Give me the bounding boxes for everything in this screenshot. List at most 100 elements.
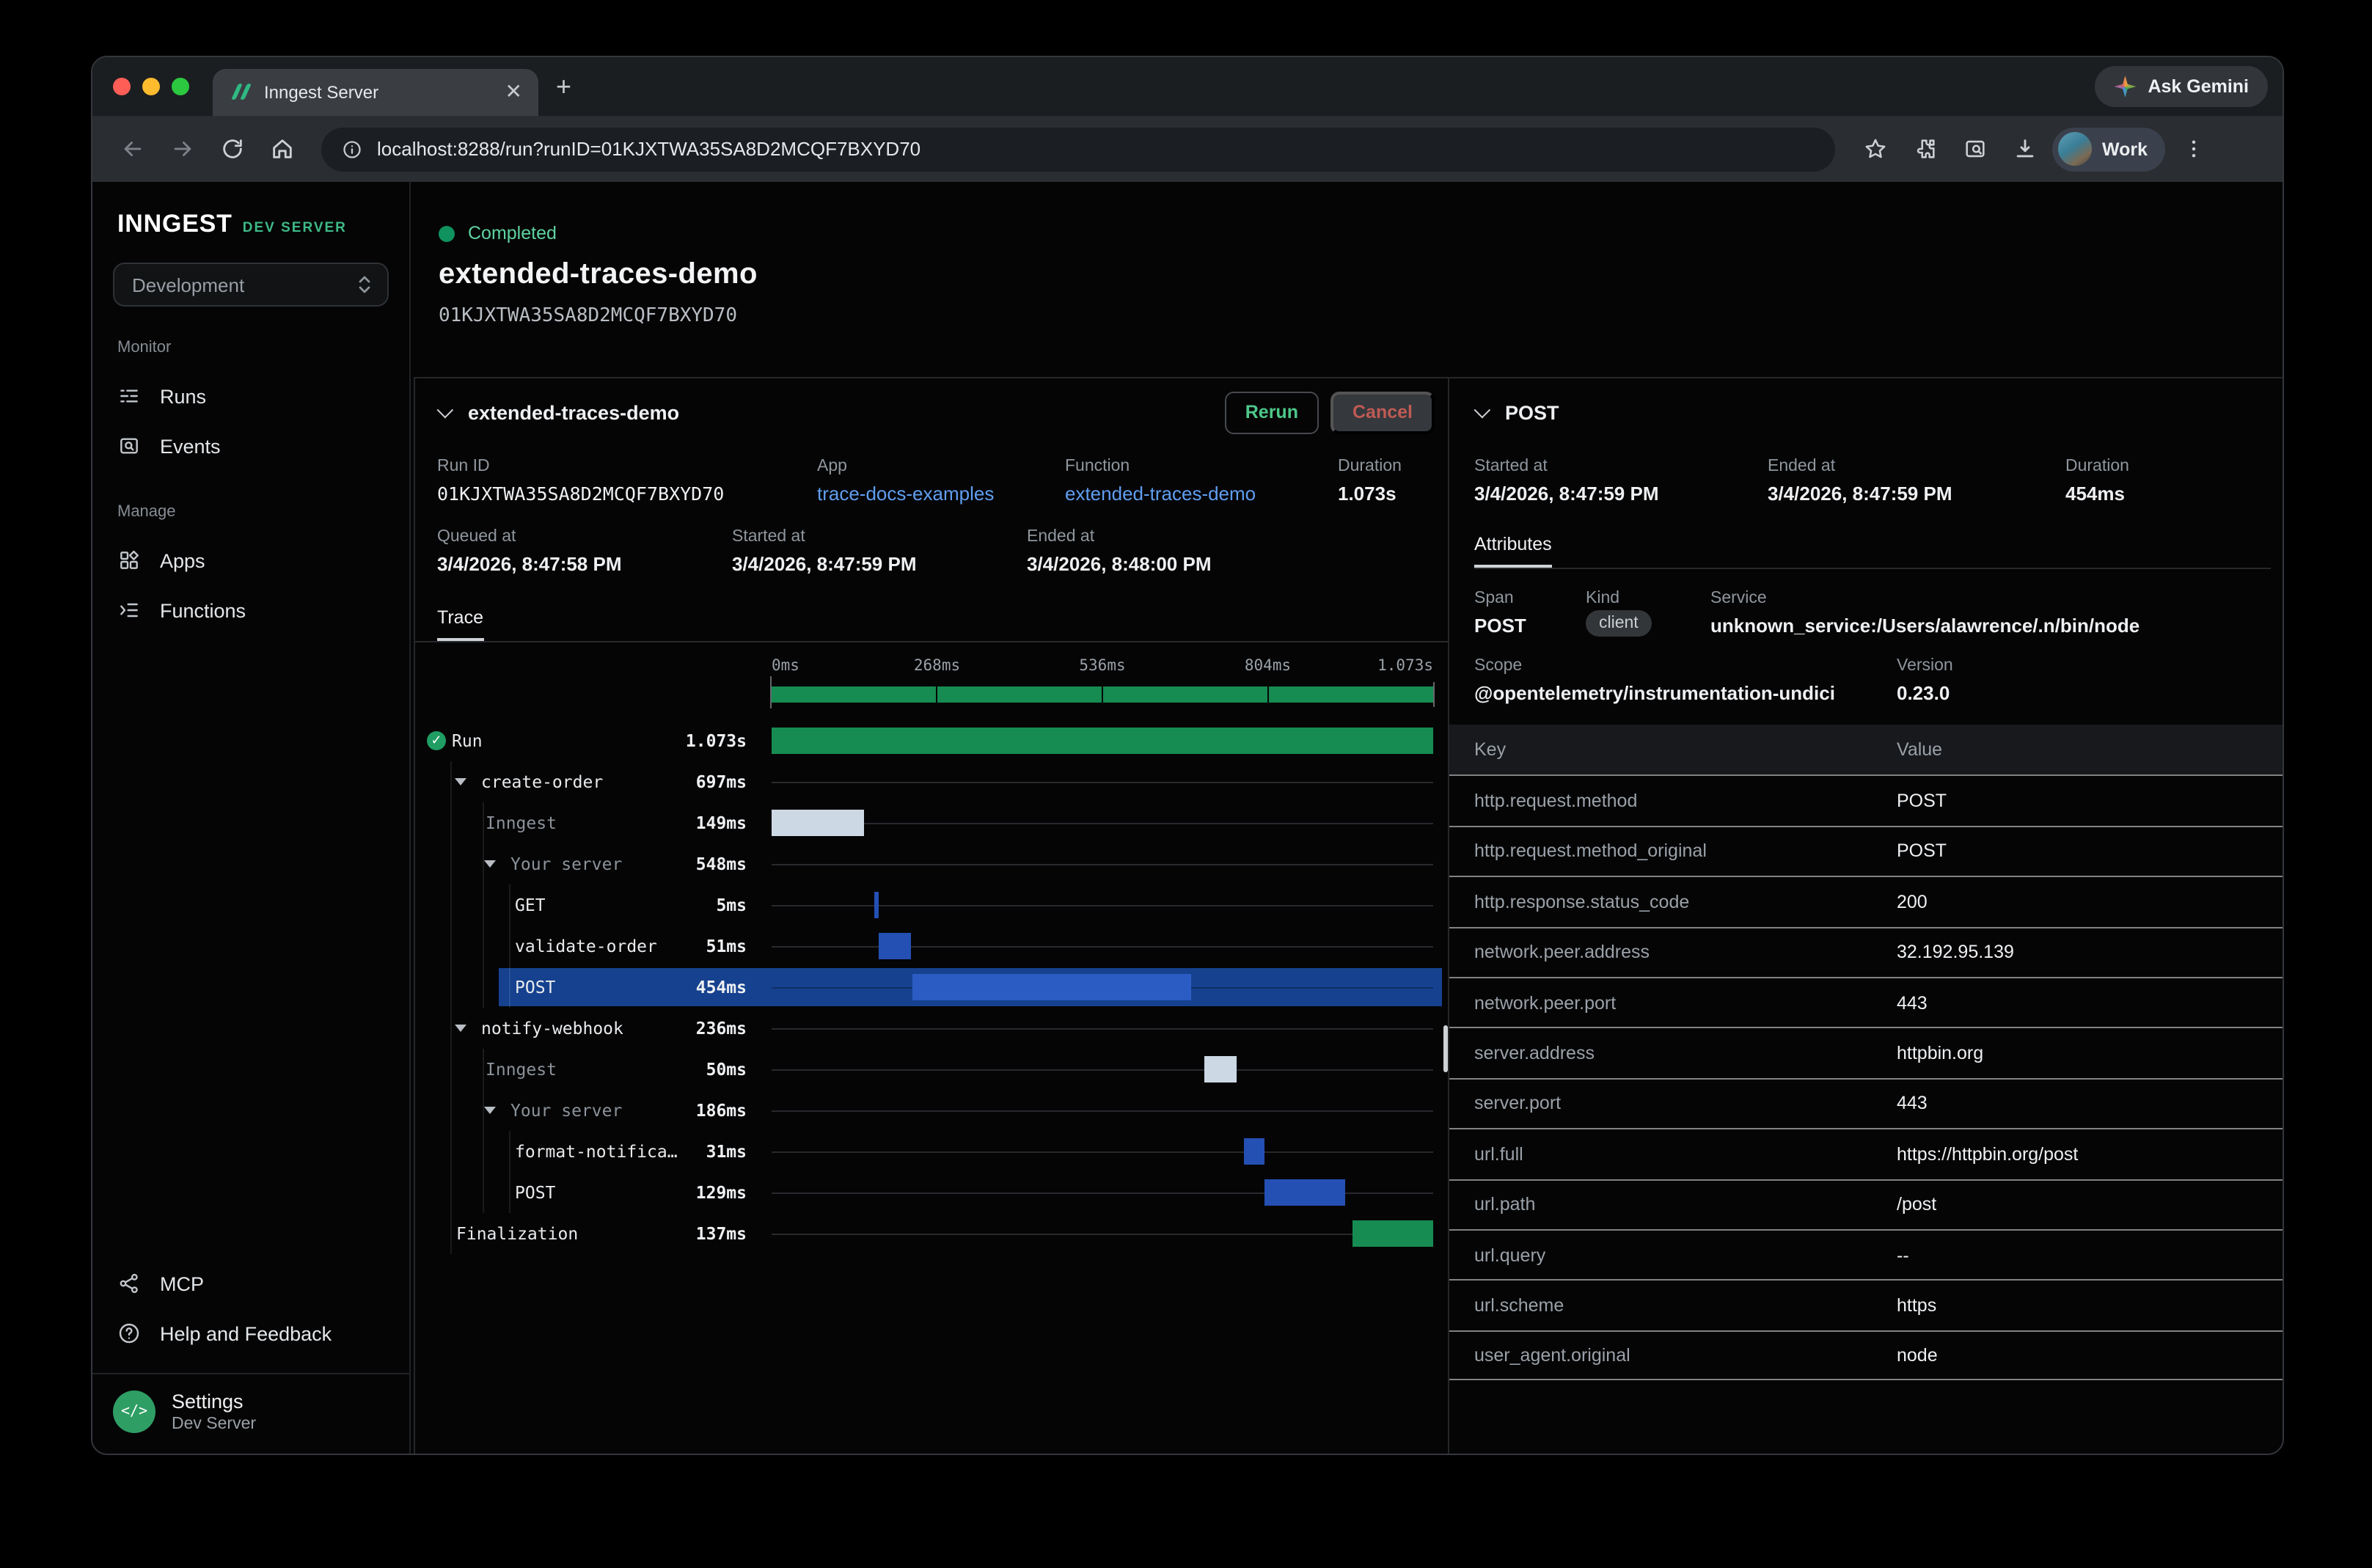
dev-server-code-icon: </> [113,1391,155,1433]
span-duration: 186ms [682,1100,747,1121]
download-icon [2012,136,2037,161]
address-bar[interactable]: localhost:8288/run?runID=01KJXTWA35SA8D2… [321,127,1835,171]
back-icon [120,136,144,161]
trace-row[interactable]: POST 129ms [415,1172,1448,1213]
app-label: App [817,458,1065,475]
span-bar[interactable] [879,933,910,959]
reload-button[interactable] [210,127,254,171]
trace-row[interactable]: Inngest 149ms [415,802,1448,843]
run-success-icon: ✓ [427,731,446,750]
span-duration-value: 454ms [2065,483,2129,505]
row-caret-icon[interactable] [455,778,466,785]
page-title: extended-traces-demo [439,258,2283,292]
span-bar[interactable] [1353,1220,1433,1247]
row-caret-icon[interactable] [484,860,496,868]
back-button[interactable] [110,127,154,171]
settings-title: Settings [172,1391,256,1413]
sidebar-item-apps[interactable]: Apps [92,535,409,585]
trace-row[interactable]: notify-webhook 236ms [415,1008,1448,1049]
span-label: Span [1474,590,1586,607]
tab-attributes[interactable]: Attributes [1474,534,1552,568]
trace-row[interactable]: POST 454ms [415,967,1448,1008]
collapse-chevron-icon[interactable] [437,402,454,419]
scope-label: Scope [1474,657,1897,675]
bookmark-button[interactable] [1853,127,1897,171]
trace-row[interactable]: validate-order 51ms [415,926,1448,967]
span-bar[interactable] [912,974,1192,1000]
span-bar[interactable] [1205,1056,1236,1082]
span-bar[interactable] [772,810,863,836]
trace-row[interactable]: Finalization 137ms [415,1213,1448,1254]
span-bar[interactable] [1245,1138,1264,1165]
trace-row[interactable]: Your server 186ms [415,1090,1448,1131]
new-tab-button[interactable]: + [556,71,571,102]
ask-gemini-button[interactable]: Ask Gemini [2095,66,2268,107]
trace-row[interactable]: Inngest 50ms [415,1049,1448,1090]
axis-tick-label: 536ms [1079,657,1125,675]
span-name: Your server [510,854,622,874]
span-duration: 1.073s [682,730,747,751]
span-duration: 51ms [682,936,747,956]
tab-search-button[interactable] [1952,127,1996,171]
span-duration: 129ms [682,1182,747,1203]
window-minimize-button[interactable] [142,78,160,95]
attribute-row: network.peer.port 443 [1449,977,2283,1027]
span-bar[interactable] [1265,1179,1344,1206]
downloads-button[interactable] [2002,127,2046,171]
attribute-key: http.request.method [1474,791,1897,811]
attribute-row: url.scheme https [1449,1280,2283,1330]
row-caret-icon[interactable] [455,1025,466,1032]
extensions-button[interactable] [1903,127,1947,171]
attribute-value: 443 [1897,1093,1928,1114]
star-icon [1862,136,1887,161]
forward-icon [169,136,194,161]
duration-value: 1.073s [1338,483,1402,505]
browser-menu-button[interactable] [2171,127,2215,171]
forward-button[interactable] [160,127,204,171]
attribute-row: url.path /post [1449,1179,2283,1229]
sidebar-item-mcp[interactable]: MCP [92,1259,409,1308]
cancel-button[interactable]: Cancel [1330,391,1435,433]
span-name: GET [515,895,546,915]
window-close-button[interactable] [113,78,131,95]
screen: Inngest Server ✕ + Ask Gemini [0,0,2372,1568]
trace-row[interactable]: GET 5ms [415,884,1448,926]
trace-row[interactable]: Your server 548ms [415,843,1448,884]
span-started-value: 3/4/2026, 8:47:59 PM [1474,483,1768,505]
window-zoom-button[interactable] [172,78,189,95]
span-bar[interactable] [875,892,879,918]
tab-close-icon[interactable]: ✕ [501,79,527,104]
sidebar-item-help[interactable]: Help and Feedback [92,1308,409,1358]
window-controls [113,78,189,95]
trace-row[interactable]: create-order 697ms [415,761,1448,802]
sidebar-item-settings[interactable]: </> Settings Dev Server [92,1373,409,1454]
status-badge: Completed [468,223,557,243]
sidebar-item-functions[interactable]: Functions [92,585,409,635]
span-name: Your server [510,1100,622,1121]
panel-scrollbar[interactable] [1443,1025,1448,1072]
attribute-value: POST [1897,841,1947,862]
environment-select[interactable]: Development [113,263,389,307]
sidebar-item-events[interactable]: Events [92,421,409,471]
profile-button[interactable]: Work [2052,127,2165,171]
timeline-minimap[interactable] [772,686,1433,703]
puzzle-icon [1912,136,1937,161]
browser-tab[interactable]: Inngest Server ✕ [213,68,538,115]
span-ended-label: Ended at [1768,458,2065,475]
tab-trace[interactable]: Trace [437,607,483,641]
gemini-sparkle-icon [2114,76,2136,98]
trace-row[interactable]: ✓ Run 1.073s [415,720,1448,761]
sidebar-item-runs[interactable]: Runs [92,371,409,421]
value-header: Value [1897,739,1942,760]
span-bar[interactable] [772,728,1433,754]
home-button[interactable] [260,127,304,171]
row-caret-icon[interactable] [484,1107,496,1114]
function-link[interactable]: extended-traces-demo [1065,483,1338,505]
trace-row[interactable]: format-notifica… 31ms [415,1131,1448,1172]
attribute-value: 200 [1897,892,1928,912]
app-link[interactable]: trace-docs-examples [817,483,1065,505]
attribute-value: https://httpbin.org/post [1897,1144,2078,1165]
rerun-button[interactable]: Rerun [1225,391,1319,433]
attribute-row: http.request.method POST [1449,775,2283,826]
collapse-chevron-icon[interactable] [1474,402,1491,419]
